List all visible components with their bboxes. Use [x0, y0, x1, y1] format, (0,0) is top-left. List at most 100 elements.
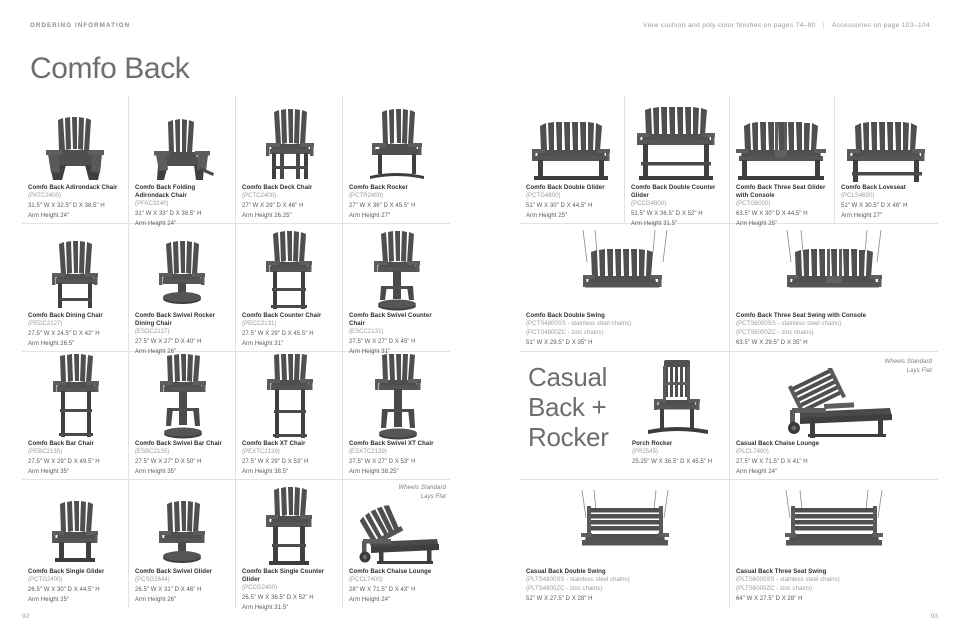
product-cell-double-swing[interactable]: Comfo Back Double Swing (PCTS4800SS - st… — [520, 224, 730, 352]
product-code: (ESDC2127) — [135, 329, 170, 336]
product-cell-swivel-counter-chair[interactable]: Comfo Back Swivel Counter Chair (ESCC213… — [343, 224, 450, 355]
double-swing-illustration — [582, 229, 667, 288]
product-arm-height: Arm Height 26.25" — [242, 213, 292, 220]
product-caption: Comfo Back Loveseat (PCLS4600) 51" W X 3… — [841, 184, 932, 221]
product-image-deck-chair — [236, 96, 342, 184]
product-name: Comfo Back Swivel XT Chair — [349, 440, 434, 447]
product-name: Comfo Back Double Counter Glider — [631, 184, 716, 200]
product-code: (PCTR2400) — [349, 193, 384, 200]
product-name: Comfo Back Swivel Counter Chair — [349, 312, 432, 328]
product-cell-single-counter-glider[interactable]: Comfo Back Single Counter Glider (PCCG24… — [236, 480, 343, 611]
product-cell-three-seat-swing-console[interactable]: Comfo Back Three Seat Swing with Console… — [730, 224, 938, 352]
product-caption: Comfo Back Bar Chair (PEBC2135) 27.5" W … — [28, 440, 122, 477]
product-caption: Comfo Back Chaise Lounge (PCCL7400) 28" … — [349, 568, 444, 605]
product-cell-xt-chair[interactable]: Comfo Back XT Chair (PEXTC2139) 27.5" W … — [236, 352, 343, 480]
three-seat-swing-illustration — [786, 229, 882, 288]
product-code: (PCCG2400) — [242, 585, 278, 592]
product-dimensions: 27.5" W X 27" D X 50" H — [135, 459, 202, 466]
product-caption: Comfo Back Adirondack Chair (PATC2400) 3… — [28, 184, 122, 221]
product-code: (PLCL7400) — [736, 449, 769, 456]
product-code: (PR2545) — [632, 449, 659, 456]
product-code-alt: (PLTS6000ZC - zinc chains) — [736, 585, 813, 592]
product-dimensions: 25.25" W X 36.5" D X 45.5" H — [632, 459, 713, 466]
product-name: Comfo Back Loveseat — [841, 184, 906, 191]
product-image-double-counter-glider — [625, 96, 729, 184]
product-name: Porch Rocker — [632, 440, 673, 447]
product-caption: Comfo Back Swivel Counter Chair (ESCC213… — [349, 312, 444, 357]
product-image-rocker — [343, 96, 450, 184]
product-cell-swivel-xt-chair[interactable]: Comfo Back Swivel XT Chair (ESXTC2139) 2… — [343, 352, 450, 480]
swivel-bar-chair-illustration — [160, 354, 206, 439]
product-code: (PCTC2400) — [242, 193, 277, 200]
section-heading-line-1: Casual — [528, 362, 608, 392]
product-image-porch-rocker — [628, 352, 725, 440]
product-caption: Comfo Back XT Chair (PEXTC2139) 27.5" W … — [242, 440, 336, 477]
page-number-right: 93 — [930, 613, 938, 620]
product-cell-bar-chair[interactable]: Comfo Back Bar Chair (PEBC2135) 27.5" W … — [22, 352, 129, 480]
rocker-illustration — [369, 109, 424, 179]
product-code: (ESXTC2139) — [349, 449, 387, 456]
product-cell-casual-back-three-seat-swing[interactable]: Casual Back Three Seat Swing (PLTS6000SS… — [730, 480, 938, 608]
casual-back-three-seat-swing-illustration — [785, 489, 883, 546]
header-separator: | — [822, 22, 825, 29]
product-image-casual-back-chaise-lounge — [730, 352, 938, 440]
product-cell-comfo-back-chaise-lounge[interactable]: Wheels Standard Lays Flat Comfo Back Cha… — [343, 480, 450, 608]
product-cell-double-counter-glider[interactable]: Comfo Back Double Counter Glider (PCCG48… — [625, 96, 730, 227]
xt-chair-illustration — [267, 354, 313, 438]
product-name: Comfo Back Rocker — [349, 184, 408, 191]
product-cell-loveseat[interactable]: Comfo Back Loveseat (PCLS4600) 51" W X 3… — [835, 96, 938, 224]
product-code: (PCTS6000SS - stainless steel chains) — [736, 321, 842, 328]
product-image-double-glider — [520, 96, 624, 184]
page-number-left: 92 — [22, 613, 30, 620]
product-cell-adirondack-chair[interactable]: Comfo Back Adirondack Chair (PATC2400) 3… — [22, 96, 129, 224]
product-name: Comfo Back Three Seat Swing with Console — [736, 312, 867, 319]
product-cell-counter-chair[interactable]: Comfo Back Counter Chair (PECC2131) 27.5… — [236, 224, 343, 352]
product-name: Comfo Back Folding Adirondack Chair — [135, 184, 196, 200]
product-cell-deck-chair[interactable]: Comfo Back Deck Chair (PCTC2400) 27" W X… — [236, 96, 343, 224]
product-caption: Comfo Back Swivel Rocker Dining Chair (E… — [135, 312, 229, 357]
product-cell-casual-back-double-swing[interactable]: Casual Back Double Swing (PLTS4800SS - s… — [520, 480, 730, 608]
product-name: Comfo Back Single Glider — [28, 568, 105, 575]
product-dimensions: 28" W X 71.5" D X 43" H — [349, 587, 416, 594]
product-arm-height: Arm Height 27" — [349, 213, 391, 220]
product-caption: Comfo Back Folding Adirondack Chair (PFA… — [135, 184, 229, 229]
product-code: (PATC2400) — [28, 193, 61, 200]
product-caption: Casual Back Three Seat Swing (PLTS6000SS… — [736, 568, 932, 603]
bar-chair-illustration — [53, 354, 99, 437]
product-cell-casual-back-chaise-lounge[interactable]: Wheels Standard Lays Flat Casual Back Ch… — [730, 352, 938, 480]
product-cell-swivel-rocker-dining-chair[interactable]: Comfo Back Swivel Rocker Dining Chair (E… — [129, 224, 236, 355]
product-code: (PEBC2135) — [28, 449, 63, 456]
product-dimensions: 27.5" W X 29" D X 53" H — [242, 459, 309, 466]
product-arm-height: Arm Height 24" — [28, 213, 70, 220]
product-code: (PCCG4800) — [631, 201, 667, 208]
product-dimensions: 63.5" W X 30" D X 44.5" H — [736, 211, 808, 218]
product-code: (PCLS4600) — [841, 193, 875, 200]
product-code: (PEDC2127) — [28, 321, 63, 328]
product-cell-swivel-bar-chair[interactable]: Comfo Back Swivel Bar Chair (ESBC2135) 2… — [129, 352, 236, 480]
product-arm-height: Arm Height 35" — [135, 469, 177, 476]
product-cell-folding-adirondack-chair[interactable]: Comfo Back Folding Adirondack Chair (PFA… — [129, 96, 236, 227]
product-name: Comfo Back Double Swing — [526, 312, 605, 319]
product-code-alt: (PCTS4800ZC - zinc chains) — [526, 329, 604, 336]
product-cell-rocker[interactable]: Comfo Back Rocker (PCTR2400) 27" W X 36"… — [343, 96, 450, 224]
product-image-three-seat-glider-console — [730, 96, 834, 184]
product-cell-swivel-glider[interactable]: Comfo Back Swivel Glider (PCSG2644) 26.5… — [129, 480, 236, 608]
product-dimensions: 27.5" W X 29" D X 45.5" H — [242, 331, 314, 338]
product-image-loveseat — [835, 96, 938, 184]
product-image-casual-back-double-swing — [520, 480, 729, 568]
product-cell-double-glider[interactable]: Comfo Back Double Glider (PCTG4800) 51" … — [520, 96, 625, 224]
product-caption: Comfo Back Rocker (PCTR2400) 27" W X 36"… — [349, 184, 444, 221]
product-code: (PEXTC2139) — [242, 449, 280, 456]
product-cell-three-seat-glider-console[interactable]: Comfo Back Three Seat Glider with Consol… — [730, 96, 835, 227]
product-cell-dining-chair[interactable]: Comfo Back Dining Chair (PEDC2127) 27.5"… — [22, 224, 129, 352]
product-caption: Comfo Back Three Seat Glider with Consol… — [736, 184, 828, 229]
swivel-xt-chair-illustration — [374, 354, 421, 440]
counter-chair-illustration — [266, 231, 312, 309]
product-image-dining-chair — [22, 224, 128, 312]
page-title: Comfo Back — [30, 52, 190, 85]
product-image-single-counter-glider — [236, 480, 342, 568]
product-caption: Casual Back Double Swing (PLTS4800SS - s… — [526, 568, 723, 603]
header-reference-note: View cushion and poly-color finishes on … — [643, 22, 930, 29]
product-code: (PCTG2400) — [28, 577, 63, 584]
product-cell-single-glider[interactable]: Comfo Back Single Glider (PCTG2400) 26.5… — [22, 480, 129, 608]
